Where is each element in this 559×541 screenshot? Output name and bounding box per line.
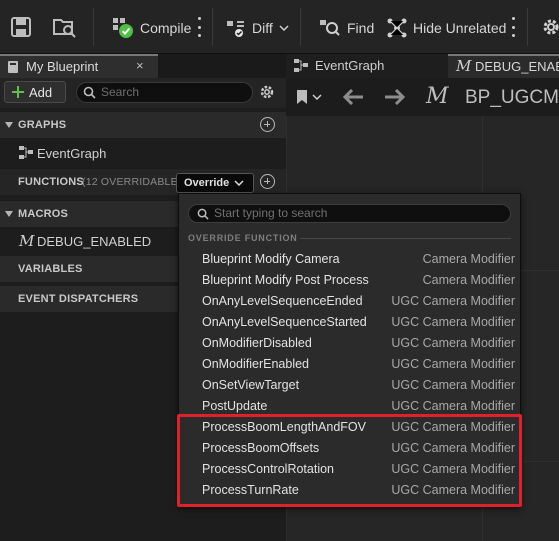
compile-options-icon[interactable] xyxy=(196,17,202,37)
hide-unrelated-options-icon[interactable] xyxy=(510,17,516,37)
breadcrumb: BP_UGCMo xyxy=(465,87,559,108)
compile-button[interactable]: Compile xyxy=(112,15,191,41)
menu-item[interactable]: OnSetViewTarget UGC Camera Modifier xyxy=(179,375,520,396)
menu-item-name: OnAnyLevelSequenceStarted xyxy=(202,315,367,329)
panel-toolbar: Add Search xyxy=(0,78,286,108)
graph-breadcrumb-bar: M BP_UGCMo xyxy=(286,78,559,116)
save-icon[interactable] xyxy=(11,17,31,42)
toolbar-separator xyxy=(212,8,213,46)
section-functions-label: FUNCTIONS xyxy=(18,176,84,188)
tab-eventgraph-label: EventGraph xyxy=(315,58,385,73)
menu-item-category: Camera Modifier xyxy=(422,252,515,266)
find-icon xyxy=(320,20,340,36)
diff-icon xyxy=(227,21,244,37)
menu-item-category: UGC Camera Modifier xyxy=(391,357,515,371)
hide-unrelated-icon xyxy=(387,18,407,38)
debug-enabled-label: DEBUG_ENABLED xyxy=(37,234,152,249)
highlight-box xyxy=(177,414,522,507)
hide-unrelated-label: Hide Unrelated xyxy=(413,20,507,36)
menu-item-category: Camera Modifier xyxy=(422,273,515,287)
chevron-down-icon xyxy=(234,180,244,186)
settings-icon[interactable] xyxy=(541,17,559,42)
override-label: Override xyxy=(184,177,230,189)
menu-item-category: UGC Camera Modifier xyxy=(391,399,515,413)
category-divider xyxy=(300,238,511,239)
toolbar-separator xyxy=(93,8,94,46)
override-search-placeholder: Start typing to search xyxy=(214,206,328,220)
main-toolbar: Compile Diff Find Hide Unrelated xyxy=(0,0,559,54)
my-blueprint-tab-title: My Blueprint xyxy=(26,59,99,74)
menu-item-category: UGC Camera Modifier xyxy=(391,315,515,329)
my-blueprint-tab[interactable]: My Blueprint × xyxy=(0,54,158,78)
menu-item-category: UGC Camera Modifier xyxy=(391,378,515,392)
hide-unrelated-button[interactable]: Hide Unrelated xyxy=(387,15,506,41)
menu-item-name: Blueprint Modify Camera xyxy=(202,252,340,266)
add-function-icon[interactable] xyxy=(260,174,275,189)
forward-arrow-icon[interactable] xyxy=(383,89,405,105)
tab-debug-enabled-label: DEBUG_ENABL xyxy=(475,59,559,74)
menu-item-name: OnAnyLevelSequenceEnded xyxy=(202,294,363,308)
event-graph-icon xyxy=(19,146,33,159)
compile-label: Compile xyxy=(140,20,192,36)
back-arrow-icon[interactable] xyxy=(343,89,365,105)
menu-item[interactable]: Blueprint Modify Post Process Camera Modi… xyxy=(179,270,520,291)
menu-item-category: UGC Camera Modifier xyxy=(391,294,515,308)
search-icon xyxy=(197,208,209,220)
menu-item[interactable]: OnAnyLevelSequenceEnded UGC Camera Modifi… xyxy=(179,291,520,312)
chevron-down-icon xyxy=(312,94,322,100)
menu-item[interactable]: OnAnyLevelSequenceStarted UGC Camera Modi… xyxy=(179,312,520,333)
menu-item-name: OnSetViewTarget xyxy=(202,378,300,392)
event-graph-icon xyxy=(294,58,308,72)
tab-strip-filler xyxy=(158,54,286,78)
section-variables-label: VARIABLES xyxy=(18,263,83,275)
menu-item-name: OnModifierDisabled xyxy=(202,336,312,350)
menu-item-name: Blueprint Modify Post Process xyxy=(202,273,369,287)
override-category-header: OVERRIDE FUNCTION xyxy=(188,233,298,243)
chevron-down-icon xyxy=(279,25,289,31)
add-label: Add xyxy=(29,84,53,100)
collapse-arrow-icon xyxy=(5,122,13,128)
menu-item-category: UGC Camera Modifier xyxy=(391,336,515,350)
functions-count: (12 OVERRIDABLE) xyxy=(82,176,182,188)
close-tab-icon[interactable]: × xyxy=(136,58,144,73)
search-icon xyxy=(83,86,96,99)
bookmark-icon[interactable] xyxy=(296,89,322,105)
add-button[interactable]: Add xyxy=(4,81,66,103)
tab-debug-enabled[interactable]: M DEBUG_ENABL xyxy=(448,54,559,78)
section-graphs-label: GRAPHS xyxy=(18,119,67,131)
macro-icon: M xyxy=(456,57,472,75)
search-placeholder: Search xyxy=(101,85,140,99)
blueprint-tab-icon xyxy=(8,61,18,73)
macro-icon: M xyxy=(426,84,449,109)
override-button[interactable]: Override xyxy=(176,173,254,193)
browse-folder-icon[interactable] xyxy=(53,16,77,43)
macro-icon: M xyxy=(19,232,35,250)
compile-icon xyxy=(113,18,133,38)
find-button[interactable]: Find xyxy=(319,15,374,41)
toolbar-separator xyxy=(300,8,301,46)
override-search-input[interactable]: Start typing to search xyxy=(188,204,511,223)
menu-item[interactable]: OnModifierDisabled UGC Camera Modifier xyxy=(179,333,520,354)
diff-label: Diff xyxy=(252,20,273,36)
add-graph-icon[interactable] xyxy=(260,117,275,132)
graph-tab-bar: EventGraph M DEBUG_ENABL xyxy=(286,54,559,78)
menu-item-name: PostUpdate xyxy=(202,399,268,413)
tab-eventgraph[interactable]: EventGraph xyxy=(294,58,384,73)
section-graphs[interactable]: GRAPHS xyxy=(0,112,286,138)
section-macros-label: MACROS xyxy=(18,208,69,220)
gear-icon[interactable] xyxy=(259,84,275,105)
menu-item[interactable]: Blueprint Modify Camera Camera Modifier xyxy=(179,249,520,270)
toolbar-separator xyxy=(527,8,528,46)
menu-item-name: OnModifierEnabled xyxy=(202,357,310,371)
list-item-eventgraph[interactable]: EventGraph xyxy=(0,141,286,165)
menu-item[interactable]: OnModifierEnabled UGC Camera Modifier xyxy=(179,354,520,375)
plus-icon xyxy=(12,86,24,98)
search-input[interactable]: Search xyxy=(76,82,253,103)
find-label: Find xyxy=(347,20,375,36)
diff-button[interactable]: Diff xyxy=(226,15,289,41)
eventgraph-label: EventGraph xyxy=(37,146,107,161)
section-event-dispatchers-label: EVENT DISPATCHERS xyxy=(18,293,139,305)
collapse-arrow-icon xyxy=(5,211,13,217)
